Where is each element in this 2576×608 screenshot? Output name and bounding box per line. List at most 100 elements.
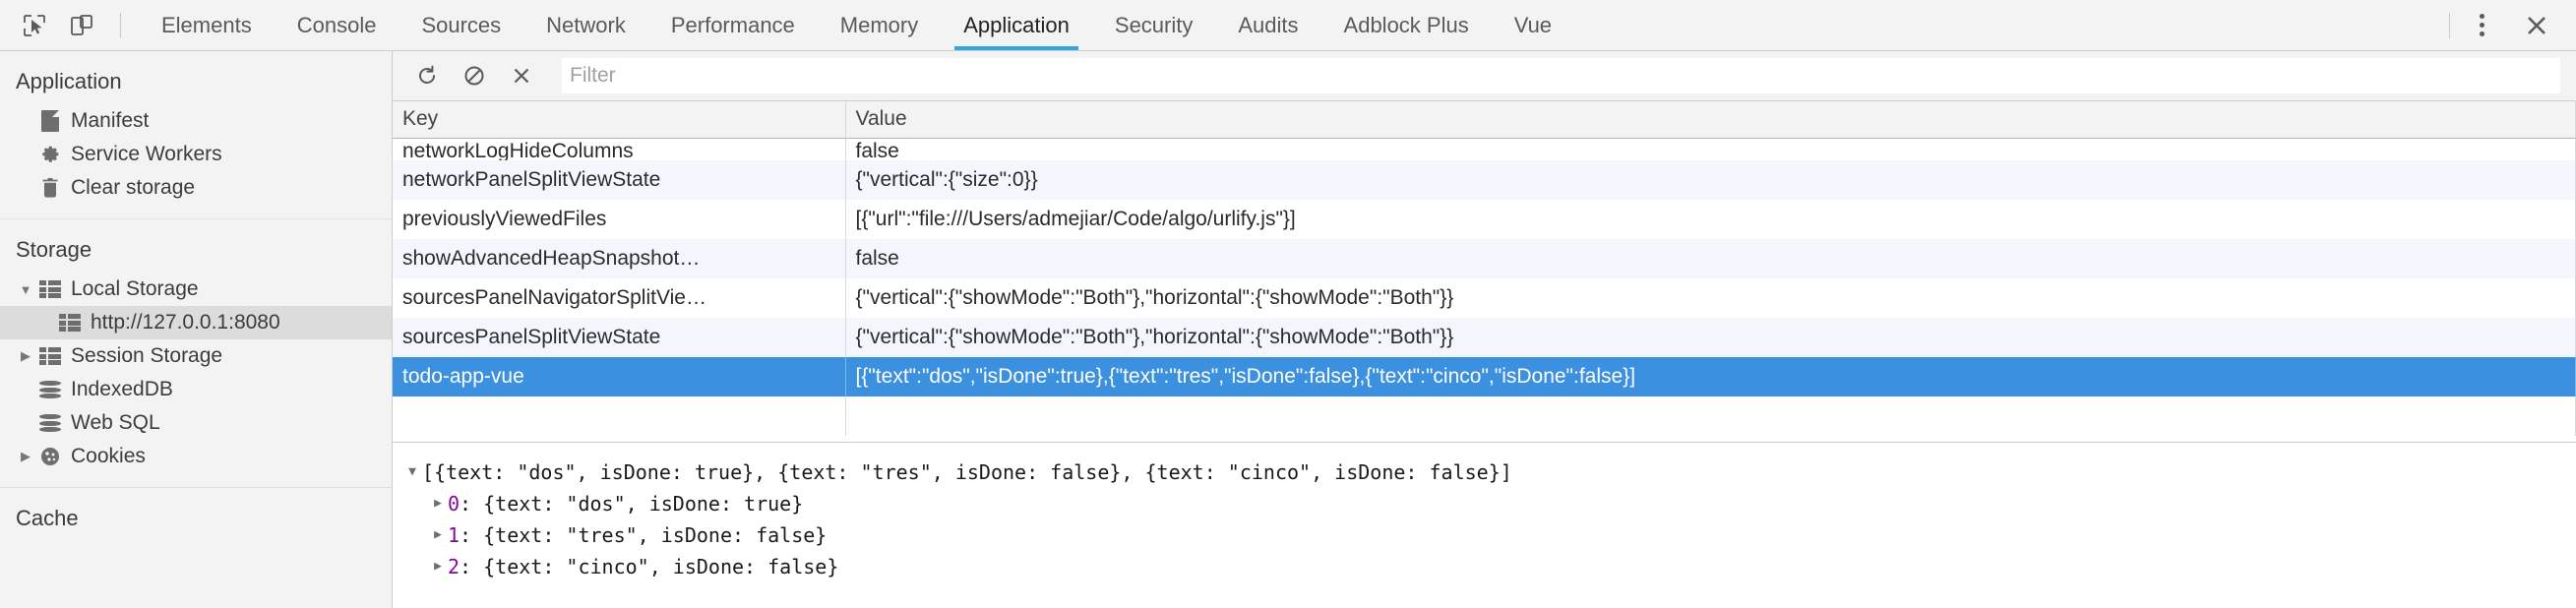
cell-value <box>845 396 2576 436</box>
cell-value: [{"text":"dos","isDone":true},{"text":"t… <box>845 357 2576 396</box>
tab-security[interactable]: Security <box>1092 0 1215 50</box>
sidebar-item-label: http://127.0.0.1:8080 <box>91 311 280 334</box>
refresh-icon[interactable] <box>406 57 448 94</box>
sidebar-item-session-storage[interactable]: ▶ Session Storage <box>0 339 392 373</box>
sidebar-item-manifest[interactable]: Manifest <box>0 104 392 138</box>
table-icon <box>35 280 65 298</box>
sidebar-item-label: Service Workers <box>71 143 222 166</box>
tab-label: Elements <box>161 13 252 38</box>
preview-child-index: 0 <box>448 488 460 519</box>
database-icon <box>35 412 65 434</box>
storage-table-container: Key Value networkLogHideColumns false ne… <box>393 101 2576 443</box>
cell-key: sourcesPanelSplitViewState <box>393 318 845 357</box>
cell-key: sourcesPanelNavigatorSplitVie… <box>393 278 845 318</box>
table-row[interactable]: previouslyViewedFiles [{"url":"file:///U… <box>393 200 2576 239</box>
table-row-selected[interactable]: todo-app-vue [{"text":"dos","isDone":tru… <box>393 357 2576 396</box>
sidebar-item-label: IndexedDB <box>71 378 173 401</box>
more-vertical-icon[interactable] <box>2462 6 2501 45</box>
preview-child-index: 2 <box>448 551 460 582</box>
document-icon <box>35 110 65 132</box>
toolbar-divider <box>120 13 121 38</box>
tab-memory[interactable]: Memory <box>818 0 941 50</box>
tab-label: Security <box>1115 13 1193 38</box>
tab-console[interactable]: Console <box>275 0 399 50</box>
preview-child-row[interactable]: ▶ 1 : {text: "tres", isDone: false} <box>402 519 2576 551</box>
tab-adblock-plus[interactable]: Adblock Plus <box>1321 0 1492 50</box>
cell-value: {"vertical":{"size":0}} <box>845 160 2576 200</box>
chevron-right-icon[interactable]: ▶ <box>428 519 448 551</box>
sidebar-section-storage: Storage ▼ Local Storage http://127.0.0.1… <box>0 219 392 488</box>
sidebar-section-cache: Cache <box>0 488 392 555</box>
chevron-down-icon[interactable]: ▼ <box>16 282 35 297</box>
tab-network[interactable]: Network <box>523 0 648 50</box>
table-icon <box>55 314 85 332</box>
sidebar-item-local-storage-origin[interactable]: http://127.0.0.1:8080 <box>0 306 392 339</box>
chevron-right-icon[interactable]: ▶ <box>16 449 35 464</box>
sidebar-item-label: Session Storage <box>71 344 222 368</box>
tab-sources[interactable]: Sources <box>399 0 523 50</box>
storage-table: Key Value networkLogHideColumns false ne… <box>393 101 2576 436</box>
column-header-value[interactable]: Value <box>845 101 2576 139</box>
cell-key: previouslyViewedFiles <box>393 200 845 239</box>
table-header-row: Key Value <box>393 101 2576 139</box>
toolbar-left-controls <box>0 0 133 50</box>
sidebar-item-cookies[interactable]: ▶ Cookies <box>0 440 392 473</box>
storage-filter-toolbar <box>393 51 2576 101</box>
delete-entry-icon[interactable] <box>501 57 542 94</box>
cell-value: [{"url":"file:///Users/admejiar/Code/alg… <box>845 200 2576 239</box>
sidebar-item-service-workers[interactable]: Service Workers <box>0 138 392 171</box>
sidebar-item-label: Web SQL <box>71 411 160 435</box>
cookie-icon <box>35 446 65 467</box>
toolbar-divider-right <box>2449 13 2450 38</box>
sidebar-section-title: Storage <box>0 231 392 273</box>
devtools-body: Application Manifest Service Workers <box>0 51 2576 608</box>
table-row[interactable]: sourcesPanelNavigatorSplitVie… {"vertica… <box>393 278 2576 318</box>
tab-label: Application <box>963 13 1070 38</box>
sidebar-item-indexeddb[interactable]: IndexedDB <box>0 373 392 406</box>
sidebar-section-title: Application <box>0 63 392 104</box>
toolbar-right-controls <box>2437 0 2576 50</box>
database-icon <box>35 379 65 400</box>
tab-label: Adblock Plus <box>1344 13 1469 38</box>
table-row[interactable]: sourcesPanelSplitViewState {"vertical":{… <box>393 318 2576 357</box>
table-icon <box>35 347 65 365</box>
preview-root-row[interactable]: ▼ [{text: "dos", isDone: true}, {text: "… <box>402 456 2576 488</box>
table-row-empty[interactable] <box>393 396 2576 436</box>
cell-key <box>393 396 845 436</box>
tab-elements[interactable]: Elements <box>139 0 275 50</box>
sidebar-item-local-storage[interactable]: ▼ Local Storage <box>0 273 392 306</box>
preview-root-text: [{text: "dos", isDone: true}, {text: "tr… <box>422 456 1512 488</box>
tab-application[interactable]: Application <box>941 0 1092 50</box>
tab-label: Audits <box>1238 13 1298 38</box>
preview-child-text: : {text: "cinco", isDone: false} <box>460 551 838 582</box>
tab-label: Console <box>297 13 377 38</box>
inspect-cursor-icon[interactable] <box>14 5 55 46</box>
chevron-right-icon[interactable]: ▶ <box>428 551 448 582</box>
table-row[interactable]: showAdvancedHeapSnapshot… false <box>393 239 2576 278</box>
block-icon[interactable] <box>454 57 495 94</box>
application-sidebar: Application Manifest Service Workers <box>0 51 393 608</box>
devtools-window: Elements Console Sources Network Perform… <box>0 0 2576 608</box>
column-header-key[interactable]: Key <box>393 101 845 139</box>
tab-vue[interactable]: Vue <box>1492 0 1574 50</box>
tab-audits[interactable]: Audits <box>1215 0 1320 50</box>
cell-key: networkPanelSplitViewState <box>393 160 845 200</box>
trash-icon <box>35 177 65 199</box>
table-row[interactable]: networkLogHideColumns false <box>393 139 2576 160</box>
cell-key: networkLogHideColumns <box>393 139 845 160</box>
chevron-right-icon[interactable]: ▶ <box>428 488 448 519</box>
chevron-right-icon[interactable]: ▶ <box>16 348 35 364</box>
cell-key: todo-app-vue <box>393 357 845 396</box>
filter-input[interactable] <box>562 58 2560 93</box>
close-icon[interactable] <box>2515 6 2558 45</box>
sidebar-item-clear-storage[interactable]: Clear storage <box>0 171 392 205</box>
chevron-down-icon[interactable]: ▼ <box>402 456 422 488</box>
preview-child-text: : {text: "tres", isDone: false} <box>460 519 827 551</box>
sidebar-item-web-sql[interactable]: Web SQL <box>0 406 392 440</box>
tab-performance[interactable]: Performance <box>648 0 818 50</box>
device-toolbar-icon[interactable] <box>61 5 102 46</box>
table-row[interactable]: networkPanelSplitViewState {"vertical":{… <box>393 160 2576 200</box>
preview-child-text: : {text: "dos", isDone: true} <box>460 488 803 519</box>
preview-child-row[interactable]: ▶ 0 : {text: "dos", isDone: true} <box>402 488 2576 519</box>
preview-child-row[interactable]: ▶ 2 : {text: "cinco", isDone: false} <box>402 551 2576 582</box>
